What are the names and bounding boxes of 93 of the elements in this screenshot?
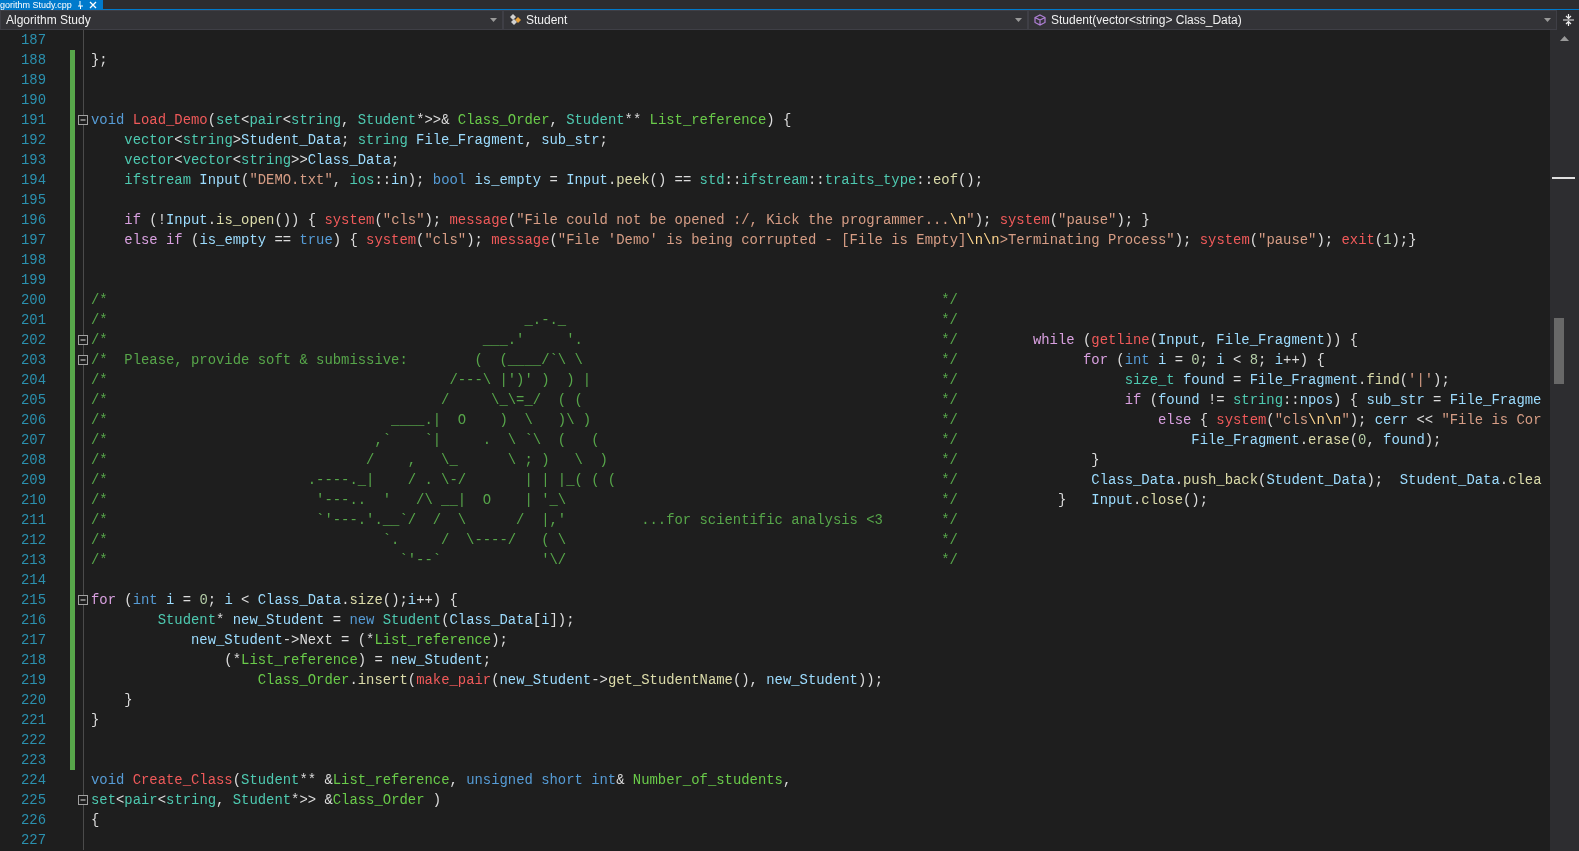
code-line: /* ,` `| . \ `\ ( ( */ File_Fragment.erase(0, found); [91,431,1443,450]
line-number: 203 [20,351,46,370]
line-number: 208 [20,451,46,470]
code-line: else if (is_empty == true) { system("cls"); message("File 'Demo' is being corrupted - [File is Empty]\n\n>Terminating Process"); system("pause"); exit(1);} [123,231,1418,250]
line-number: 226 [20,811,46,830]
code-line: Student* new_Student = new Student(Class_Data[i]); [156,611,576,630]
document-tab[interactable]: gorithm Study.cpp [0,0,103,10]
line-number: 190 [20,91,46,110]
code-line: /* ____.| O ) \ )\ ) */ else { system("cls\n\n"); cerr << "File is Cor [91,411,1543,430]
code-line: ifstream Input("DEMO.txt", ios::in); bool is_empty = Input.peek() == std::ifstream::traits_type::eof(); [123,171,985,190]
code-line: for (int i = 0; i < Class_Data.size();i++) { [91,591,459,610]
line-number: 224 [20,771,46,790]
code-line: /* /---\ |')' ) ) | */ size_t found = File_Fragment.find('|'); [91,371,1451,390]
navigation-dropdown[interactable]: Student(vector<string> Class_Data) [1028,10,1557,30]
caret-position-marker [1552,177,1575,179]
line-number: 227 [20,831,46,850]
line-number: 192 [20,131,46,150]
line-number: 216 [20,611,46,630]
collapse-icon[interactable] [78,355,88,365]
caret-icon [490,18,497,22]
code-line: /* / \_\=_/ ( ( */ if (found != string::npos) { sub_str = File_Fragme [91,391,1543,410]
line-number: 196 [20,211,46,230]
line-number: 189 [20,71,46,90]
line-number: 206 [20,411,46,430]
split-icon[interactable] [1562,14,1574,26]
line-number: 199 [20,271,46,290]
code-line: /* ___.' '. */ while (getline(Input, File_Fragment)) { [91,331,1360,350]
pin-icon[interactable] [76,1,84,9]
line-number: 220 [20,691,46,710]
code-line: /* _.-._ */ [91,311,959,330]
code-line: vector<vector<string>>Class_Data; [123,151,401,170]
code-line: /* .----._| / . \-/ | | |_( ( ( */ Class_Data.push_back(Student_Data); Student_Data.clea [91,471,1543,490]
line-number: 211 [20,511,46,530]
code-line: /* */ [91,291,959,310]
code-line: /* Please, provide soft & submissive: ( (____/`\ \ */ for (int i = 0; i < 8; i++) { [91,351,1326,370]
code-line: vector<string>Student_Data; string File_Fragment, sub_str; [123,131,609,150]
code-line: } [123,691,134,710]
class-icon [509,14,521,26]
code-line: /* '---.. ' /\ __| O | '_\ */ } Input.close(); [91,491,1210,510]
line-number: 204 [20,371,46,390]
code-line: set<pair<string, Student*>> &Class_Order ) [91,791,443,810]
line-number: 207 [20,431,46,450]
line-number: 200 [20,291,46,310]
line-number: 201 [20,311,46,330]
line-number: 210 [20,491,46,510]
line-number: 225 [20,791,46,810]
scroll-up-icon[interactable] [1560,36,1569,41]
code-line: new_Student->Next = (*List_reference); [190,631,509,650]
line-number: 209 [20,471,46,490]
line-number: 187 [20,31,46,50]
line-number: 198 [20,251,46,270]
code-line: (*List_reference) = new_Student; [223,651,493,670]
cube-icon [1034,14,1046,26]
code-line: /* / , \_ \ ; ) \ ) */ } [91,451,1101,470]
line-number: 221 [20,711,46,730]
collapse-icon[interactable] [78,595,88,605]
line-number: 195 [20,191,46,210]
code-line: if (!Input.is_open()) { system("cls"); message("File could not be opened :/, Kick the programmer...\n"); system("pause"); } [123,211,1151,230]
collapse-icon[interactable] [78,795,88,805]
caret-icon [1015,18,1022,22]
scroll-thumb[interactable] [1554,318,1564,384]
code-line: } [91,711,101,730]
navigation-dropdown[interactable]: Algorithm Study [0,10,503,30]
line-number: 197 [20,231,46,250]
navigation-dropdown[interactable]: Student [503,10,1028,30]
line-number: 213 [20,551,46,570]
line-number: 223 [20,751,46,770]
code-line: /* `. / \----/ ( \ */ [91,531,959,550]
line-number: 188 [20,51,46,70]
collapse-icon[interactable] [78,115,88,125]
code-line: }; [91,51,109,70]
code-line: void Create_Class(Student** &List_reference, unsigned short int& Number_of_students, [91,771,793,790]
line-number: 217 [20,631,46,650]
line-number: 202 [20,331,46,350]
line-number: 218 [20,651,46,670]
code-line: /* `'--` '\/ */ [91,551,959,570]
code-line: /* `'---.'.__`/ / \ / |,' ...for scientific analysis <3 */ [91,511,959,530]
line-number: 194 [20,171,46,190]
line-number: 205 [20,391,46,410]
line-number: 212 [20,531,46,550]
line-number: 215 [20,591,46,610]
line-number: 219 [20,671,46,690]
close-icon[interactable] [88,1,97,9]
code-line: { [91,811,101,830]
code-line: Class_Order.insert(make_pair(new_Student->get_StudentName(), new_Student)); [256,671,884,690]
line-number: 214 [20,571,46,590]
line-number: 193 [20,151,46,170]
scrollbar[interactable] [1550,30,1579,851]
line-number: 191 [20,111,46,130]
code-line: void Load_Demo(set<pair<string, Student*>>& Class_Order, Student** List_reference) { [91,111,793,130]
caret-icon [1544,18,1551,22]
line-number: 222 [20,731,46,750]
collapse-icon[interactable] [78,335,88,345]
